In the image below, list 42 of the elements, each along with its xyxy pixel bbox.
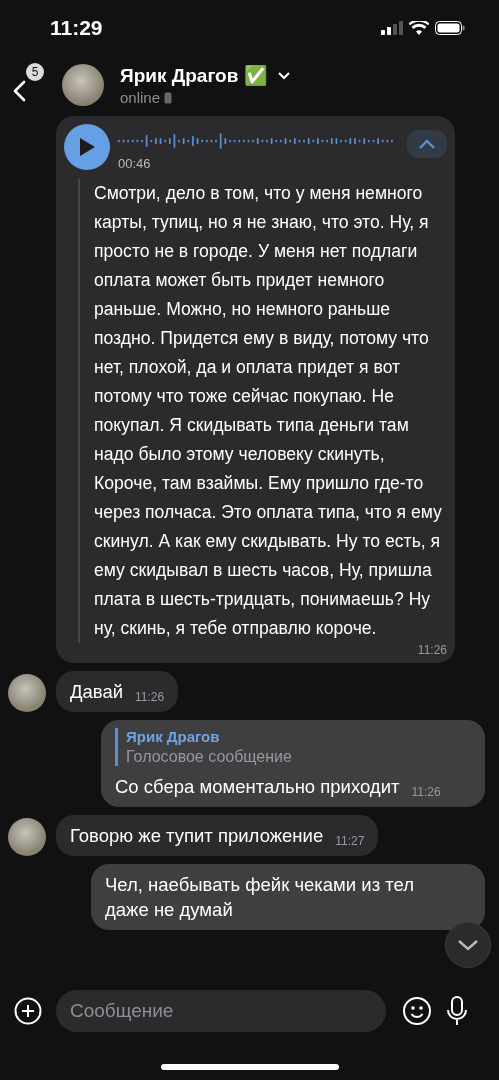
- collapse-button[interactable]: [407, 130, 447, 158]
- play-icon[interactable]: [77, 137, 96, 157]
- message-bubble[interactable]: [56, 116, 455, 663]
- message-text: Говорю же тупит приложение: [70, 824, 324, 848]
- message-time: 11:27: [335, 834, 365, 848]
- message-bubble[interactable]: Ярик Драгов Голосовое сообщение Со сбера моментально приходит 11:26: [101, 720, 485, 807]
- back-icon[interactable]: [12, 79, 26, 103]
- message-text: Со сбера моментально приходит: [115, 775, 400, 799]
- waveform-drawing[interactable]: [118, 130, 394, 152]
- message-time: 11:26: [411, 785, 441, 799]
- quote-text: Голосовое сообщение: [126, 748, 293, 766]
- message-bubble[interactable]: Чел, наебывать фейк чеками из тел даже не думай: [91, 864, 485, 930]
- emoji-button[interactable]: [402, 996, 432, 1026]
- message-bubble[interactable]: Говорю же тупит приложение 11:27: [56, 815, 379, 856]
- battery-icon: [435, 21, 465, 35]
- online-status: online: [120, 89, 161, 106]
- avatar[interactable]: [62, 64, 104, 106]
- play-button[interactable]: [64, 124, 110, 170]
- signal-icon: [381, 21, 403, 35]
- chevron-up-icon[interactable]: [418, 139, 436, 149]
- message-bubble[interactable]: Давай 11:26: [56, 671, 179, 712]
- message-text: Чел, наебывать фейк чеками из тел даже не думай: [105, 873, 414, 922]
- message-text: Давай: [70, 680, 124, 704]
- voice-transcript: Смотри, дело в том, что у меня немного карты, тупиц, но я не знаю, что это. Ну, я просто не в городе. У меня нет подлаги оплата может быть придет немного раньше. Можно, но немного раньше поздно. Придется ему в виду, потому что нет, плохой, да и оплата придет я вот потому что тоже сейчас покупаю. Не покупал. Я скидывать типа деньги там надо было этому человеку скинуть, Короче, там взаймы. Ему пришло где-то через полчаса. Это оплата типа, что я ему скинул. А как ему скидывать. Ну то есть, я ему скидывал в шесть часов, Ну, пришла плата в шесть-тридцать, понимаешь? Ну ну, скинь, я тебе отправлю короче.: [78, 179, 447, 643]
- status-time: 11:29: [50, 16, 103, 40]
- back-button[interactable]: 5: [8, 63, 44, 107]
- scroll-down-button[interactable]: [445, 922, 491, 968]
- chevron-down-icon[interactable]: [457, 939, 479, 951]
- microphone-button[interactable]: [446, 996, 468, 1026]
- unread-badge: 5: [26, 63, 44, 81]
- quote-author: Ярик Драгов: [126, 728, 221, 745]
- avatar[interactable]: [8, 674, 46, 712]
- message-time: 11:26: [417, 643, 447, 657]
- phone-icon: [164, 91, 173, 104]
- avatar[interactable]: [8, 818, 46, 856]
- reply-quote[interactable]: Ярик Драгов Голосовое сообщение: [115, 728, 471, 766]
- contact-name[interactable]: Ярик Драгов ✅: [120, 64, 268, 87]
- voice-duration: 00:46: [118, 156, 152, 171]
- message-time: 11:26: [135, 690, 165, 704]
- wifi-icon: [409, 21, 429, 35]
- message-input[interactable]: Сообщение: [56, 990, 386, 1032]
- add-button[interactable]: [14, 997, 42, 1025]
